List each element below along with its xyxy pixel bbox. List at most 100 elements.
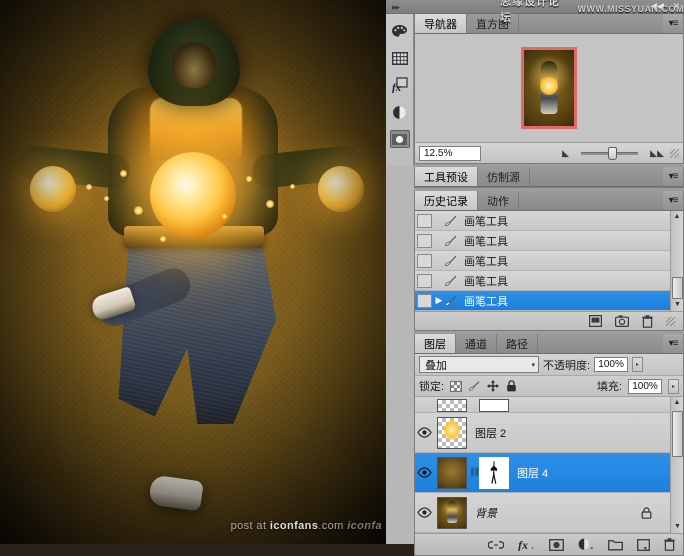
new-group-icon[interactable] [608,539,623,551]
history-snapshot-box[interactable] [417,274,432,288]
tool-presets-panel-menu-icon[interactable]: ▾≡ [663,167,683,186]
layer-mask-thumbnail[interactable] [479,457,509,489]
chevron-down-icon[interactable]: ▾ [531,361,535,369]
layers-scrollbar[interactable]: ▲ ▼ [670,397,683,533]
layer-row[interactable]: 背景 [415,493,670,533]
layers-list[interactable]: 图层 2 ⛓ 图层 4 [415,397,683,533]
navigator-preview[interactable] [415,34,683,142]
zoom-level-input[interactable]: 12.5% [419,146,481,161]
scroll-up-icon[interactable]: ▲ [671,211,683,223]
opacity-input[interactable]: 100% [594,357,628,372]
layers-tabbar[interactable]: 图层 通道 路径 ▾≡ [415,334,683,354]
layer-visibility-toggle[interactable] [417,427,437,438]
color-panel-icon[interactable] [390,22,410,40]
layers-lock-row[interactable]: 锁定: 填充: 100% ▸ [415,376,683,397]
lock-image-pixels-icon[interactable] [468,380,481,392]
layers-blend-row[interactable]: 叠加 ▾ 不透明度: 100% ▸ [415,354,683,376]
credit-suffix: .com [318,520,343,532]
layer-thumbnail[interactable] [437,457,467,489]
scroll-down-icon[interactable]: ▼ [672,299,683,311]
zoom-out-icon[interactable]: ◣ [562,148,569,159]
fill-input[interactable]: 100% [628,379,662,394]
delete-state-icon[interactable] [642,315,653,328]
tab-layers[interactable]: 图层 [415,334,456,353]
scroll-up-icon[interactable]: ▲ [671,397,683,409]
history-current-state-marker: ▶ [434,295,444,306]
history-snapshot-box[interactable] [417,234,432,248]
new-snapshot-icon[interactable] [615,315,629,327]
delete-layer-icon[interactable] [664,538,675,551]
layer-thumbnail[interactable] [437,417,467,449]
layer-visibility-toggle[interactable] [417,507,437,518]
tab-actions[interactable]: 动作 [478,191,519,210]
resize-grip[interactable] [666,317,675,326]
scroll-down-icon[interactable]: ▼ [672,521,683,533]
layers-footer[interactable]: fx [415,533,683,555]
tab-tool-presets[interactable]: 工具预设 [415,167,478,186]
masks-panel-icon[interactable] [390,130,410,148]
new-fill-adjustment-icon[interactable] [578,538,594,551]
expand-dock-icon[interactable]: ▸▸ [392,2,399,13]
brush-icon [444,294,464,308]
zoom-in-icon[interactable]: ◣◣ [650,148,664,159]
tool-presets-tabbar[interactable]: 工具预设 仿制源 ▾≡ [415,167,683,187]
tab-history-label: 历史记录 [424,193,468,209]
tab-navigator[interactable]: 导航器 [415,14,467,33]
layer-row-partial[interactable] [415,397,670,413]
layer-name[interactable]: 图层 2 [475,425,506,441]
link-layers-icon[interactable] [488,540,504,550]
history-snapshot-box[interactable] [417,254,432,268]
styles-panel-icon[interactable]: fx [390,76,410,94]
swatches-panel-icon[interactable] [390,49,410,67]
layers-panel-menu-icon[interactable]: ▾≡ [663,334,683,353]
layer-row-selected[interactable]: ⛓ 图层 4 [415,453,670,493]
new-layer-icon[interactable] [637,539,650,551]
zoom-slider-knob[interactable] [608,147,617,160]
document-canvas[interactable]: post at iconfans.com iconfa [0,0,386,544]
new-document-from-state-icon[interactable] [589,315,602,327]
history-panel-menu-icon[interactable]: ▾≡ [663,191,683,210]
collapsed-panel-rail[interactable]: fx [386,14,414,166]
history-snapshot-box[interactable] [417,214,432,228]
zoom-slider[interactable] [575,146,644,160]
history-state-row[interactable]: 画笔工具 [415,251,670,271]
history-list[interactable]: 画笔工具 画笔工具 [415,211,683,311]
blend-mode-select[interactable]: 叠加 ▾ [419,356,539,373]
opacity-stepper[interactable]: ▸ [632,357,643,372]
history-state-label: 画笔工具 [464,233,508,249]
navigator-zoom-row[interactable]: 12.5% ◣ ◣◣ [415,142,683,163]
layer-visibility-toggle[interactable] [417,467,437,478]
lock-transparency-icon[interactable] [450,381,462,392]
layer-thumbnail[interactable] [437,399,467,412]
history-scrollbar[interactable]: ▲ ▼ [670,211,683,311]
layer-thumbnail[interactable] [437,497,467,529]
scrollbar-thumb[interactable] [672,411,683,457]
layer-style-icon[interactable]: fx [518,538,535,551]
history-state-row-selected[interactable]: ▶ 画笔工具 [415,291,670,311]
navigator-thumbnail[interactable] [521,47,577,129]
add-layer-mask-icon[interactable] [549,539,564,551]
layer-row[interactable]: 图层 2 [415,413,670,453]
lock-position-icon[interactable] [487,380,500,392]
history-state-row[interactable]: 画笔工具 [415,271,670,291]
history-tabbar[interactable]: 历史记录 动作 ▾≡ [415,191,683,211]
lock-all-icon[interactable] [506,380,519,392]
tab-paths[interactable]: 路径 [497,334,538,353]
history-state-row[interactable]: 画笔工具 [415,231,670,251]
adjustments-panel-icon[interactable] [390,103,410,121]
mask-link-icon[interactable]: ⛓ [469,467,479,478]
history-state-row[interactable]: 画笔工具 [415,211,670,231]
right-panel-dock: ▸▸ ◀◀ ✕ [386,0,684,544]
history-snapshot-box[interactable] [417,294,432,308]
resize-grip[interactable] [670,149,679,158]
tab-clone-source[interactable]: 仿制源 [478,167,530,186]
layer-name[interactable]: 图层 4 [517,465,548,481]
layer-mask-thumbnail[interactable] [479,399,509,412]
layer-name[interactable]: 背景 [475,505,497,521]
tab-channels[interactable]: 通道 [456,334,497,353]
scrollbar-thumb[interactable] [672,277,683,299]
history-footer[interactable] [415,311,683,330]
fill-stepper[interactable]: ▸ [668,379,679,394]
tab-history[interactable]: 历史记录 [415,191,478,210]
canvas-credit-text: post at iconfans.com iconfa [231,520,382,532]
